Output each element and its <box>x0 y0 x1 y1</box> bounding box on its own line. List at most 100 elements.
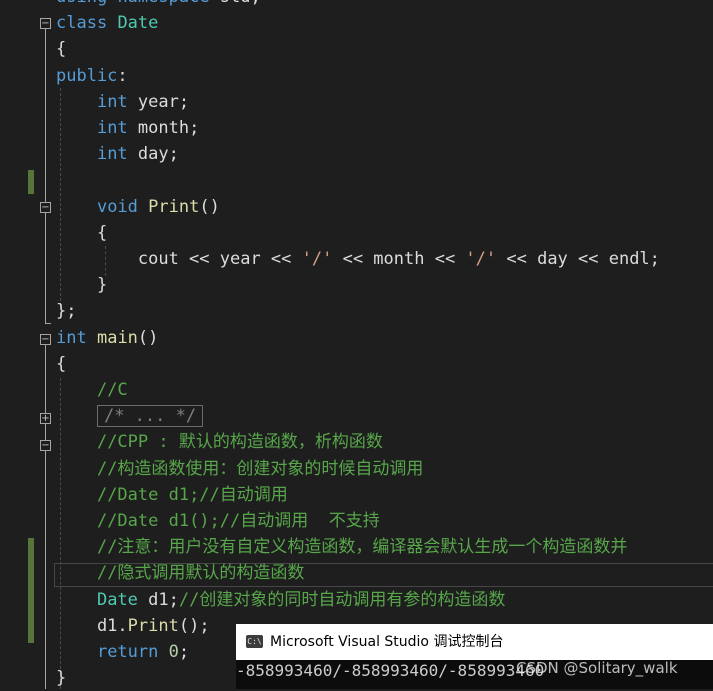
outline-line <box>45 345 46 689</box>
code-line[interactable]: //构造函数使用：创建对象的时候自动调用 <box>56 456 423 482</box>
code-token-text: std; <box>210 0 261 7</box>
change-marker <box>28 170 34 194</box>
code-token-string: '/' <box>465 249 497 269</box>
code-line[interactable]: int year; <box>56 89 189 115</box>
code-token-func: main <box>96 327 138 348</box>
code-token-text: { <box>56 222 108 243</box>
code-token-keyword: public <box>56 65 118 86</box>
outline-line <box>45 29 46 323</box>
code-line[interactable]: //Date d1;//自动调用 <box>56 482 288 508</box>
collapse-comment-icon[interactable]: − <box>40 440 51 451</box>
code-line[interactable]: cout << year << '/' << month << '/' << d… <box>56 246 660 272</box>
change-marker <box>28 538 34 643</box>
code-token-keyword: class <box>56 13 108 34</box>
code-line[interactable]: }; <box>56 298 76 324</box>
code-token-keyword: using <box>56 0 107 7</box>
code-token-text: () <box>199 196 220 217</box>
code-line[interactable]: //隐式调用默认的构造函数 <box>56 560 304 586</box>
console-output: -858993460/-858993460/-858993460 <box>236 661 545 680</box>
code-line[interactable]: //注意：用户没有自定义构造函数，编译器会默认生成一个构造函数并 <box>56 534 627 560</box>
console-title: Microsoft Visual Studio 调试控制台 <box>270 634 504 650</box>
code-token-type: Date <box>96 589 138 610</box>
code-line[interactable]: } <box>56 272 107 298</box>
code-line[interactable]: //C <box>56 377 128 403</box>
code-line[interactable]: int main() <box>56 325 158 351</box>
code-line[interactable]: } <box>56 665 66 691</box>
code-token-comment: //构造函数使用：创建对象的时候自动调用 <box>96 458 424 479</box>
code-line[interactable]: int day; <box>56 141 179 167</box>
code-token-text: : <box>117 65 128 86</box>
code-line[interactable]: using namespace std; <box>56 0 261 10</box>
code-line[interactable]: return 0; <box>56 639 189 665</box>
code-token-comment: //隐式调用默认的构造函数 <box>96 563 305 584</box>
code-token-text: << day << endl; <box>496 249 660 269</box>
console-titlebar[interactable]: C:\ Microsoft Visual Studio 调试控制台 <box>236 624 713 660</box>
code-token-text: cout << year << <box>56 249 302 269</box>
code-token-keyword: int <box>96 144 128 165</box>
outline-end <box>45 323 51 324</box>
code-token-text: { <box>56 353 67 374</box>
code-token-text: year; <box>127 91 190 112</box>
code-line[interactable]: class Date <box>56 10 158 36</box>
code-line[interactable]: { <box>56 351 66 377</box>
code-token-comment: //Date d1;//自动调用 <box>96 484 288 505</box>
collapse-function-icon[interactable]: − <box>40 334 51 345</box>
code-token-comment: //C <box>96 380 128 400</box>
code-line[interactable]: //Date d1();//自动调用 不支持 <box>56 508 380 534</box>
code-token-string: '/' <box>301 249 333 269</box>
code-line[interactable]: { <box>56 220 107 246</box>
console-app-icon: C:\ <box>246 635 263 648</box>
code-line[interactable]: void Print() <box>56 194 220 220</box>
code-token-keyword: return <box>96 642 159 662</box>
code-line[interactable]: int month; <box>56 115 199 141</box>
code-token-keyword: int <box>56 327 87 348</box>
code-token-text: { <box>56 39 67 60</box>
code-editor[interactable]: − − − + − using namespace std;class Date… <box>0 0 713 689</box>
code-token-collapsed[interactable]: /* ... */ <box>96 405 204 428</box>
code-token-text: day; <box>127 144 179 165</box>
code-line[interactable]: d1.Print(); <box>56 613 210 639</box>
code-token-keyword: namespace <box>117 0 209 7</box>
code-token-text: () <box>137 327 159 348</box>
code-token-comment: //CPP : 默认的构造函数，析构函数 <box>96 432 383 453</box>
code-token-text: ; <box>178 642 190 662</box>
code-token-comment: //创建对象的同时自动调用有参的构造函数 <box>178 589 506 610</box>
code-token-text: d1. <box>56 615 128 636</box>
code-token-text: }; <box>56 301 77 322</box>
collapse-class-icon[interactable]: − <box>40 18 51 29</box>
code-token-text: month; <box>127 118 200 138</box>
code-token-text: (); <box>178 615 210 636</box>
code-token-text: } <box>56 275 108 296</box>
expand-block-icon[interactable]: + <box>40 413 51 424</box>
code-token-type: Date <box>117 13 159 34</box>
code-token-number: 0 <box>168 642 179 662</box>
code-line[interactable]: Date d1;//创建对象的同时自动调用有参的构造函数 <box>56 587 505 613</box>
code-line[interactable]: { <box>56 36 66 62</box>
collapse-function-icon[interactable]: − <box>40 202 51 213</box>
code-line[interactable]: /* ... */ <box>56 403 204 429</box>
code-token-func: Print <box>148 196 200 217</box>
code-token-comment: //Date d1();//自动调用 不支持 <box>96 511 380 531</box>
code-line[interactable]: //CPP : 默认的构造函数，析构函数 <box>56 429 383 455</box>
code-token-comment: //注意：用户没有自定义构造函数，编译器会默认生成一个构造函数并 <box>96 537 628 558</box>
code-line[interactable]: public: <box>56 63 128 89</box>
code-token-text: << month << <box>332 249 466 269</box>
code-token-text: d1; <box>137 589 179 610</box>
